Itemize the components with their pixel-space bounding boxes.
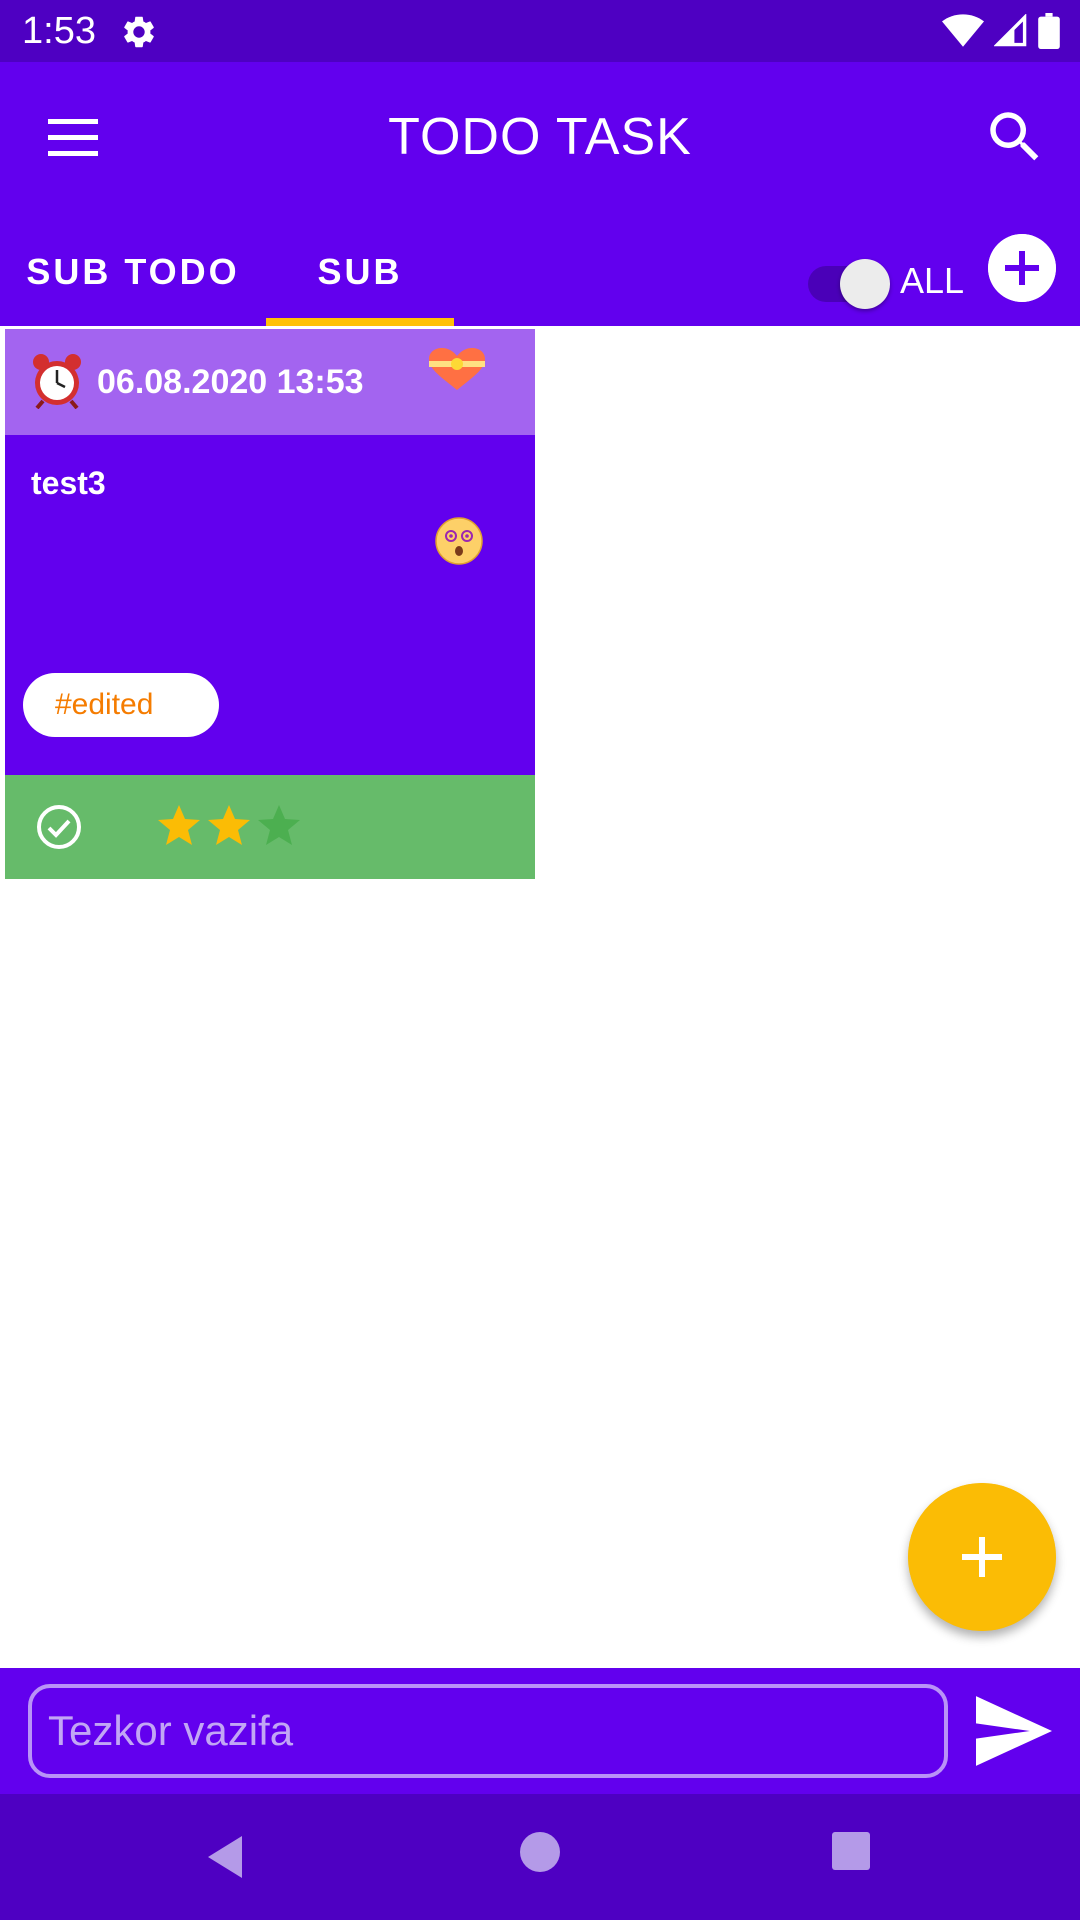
tab-sub[interactable]: SUB (266, 222, 454, 322)
star-filled-icon[interactable] (205, 802, 253, 850)
check-circle-icon[interactable] (35, 803, 83, 851)
star-empty-icon[interactable] (255, 802, 303, 850)
quick-task-input[interactable] (28, 1684, 948, 1778)
screen: 1:53 TODO TASK SUB TODO SUB ALL 06.08.20… (0, 0, 1080, 1920)
all-toggle-label: ALL (900, 260, 965, 301)
wifi-icon (942, 14, 984, 47)
status-icons (942, 12, 1060, 50)
status-time: 1:53 (22, 10, 96, 52)
star-filled-icon[interactable] (155, 802, 203, 850)
search-icon[interactable] (982, 104, 1048, 170)
card-footer (5, 775, 535, 879)
add-circle-icon[interactable] (988, 234, 1056, 302)
status-bar: 1:53 (0, 0, 1080, 62)
tag-chip[interactable]: #edited (23, 673, 219, 737)
tab-indicator (266, 318, 454, 326)
card-date: 06.08.2020 13:53 (97, 363, 364, 401)
card-body: test3 #edited (5, 435, 535, 775)
recents-icon[interactable] (832, 1832, 870, 1870)
page-title: TODO TASK (388, 108, 692, 166)
heart-gift-icon (429, 348, 485, 390)
task-card[interactable]: 06.08.2020 13:53 test3 #edited (5, 329, 535, 881)
back-icon[interactable] (202, 1832, 252, 1882)
app-bar: TODO TASK SUB TODO SUB ALL (0, 62, 1080, 326)
navigation-bar (0, 1794, 1080, 1920)
quick-task-bar (0, 1668, 1080, 1794)
dizzy-face-icon (435, 517, 483, 565)
settings-icon (124, 16, 154, 48)
switch-thumb (840, 259, 890, 309)
tab-sub-todo[interactable]: SUB TODO (0, 222, 266, 322)
send-icon[interactable] (976, 1696, 1052, 1766)
battery-icon (1038, 13, 1060, 49)
signal-icon (994, 14, 1027, 47)
home-icon[interactable] (520, 1832, 560, 1872)
card-title: test3 (31, 465, 106, 501)
card-header: 06.08.2020 13:53 (5, 329, 535, 435)
all-toggle-switch[interactable] (808, 246, 894, 318)
add-task-fab[interactable] (908, 1483, 1056, 1631)
alarm-clock-icon (33, 354, 81, 409)
